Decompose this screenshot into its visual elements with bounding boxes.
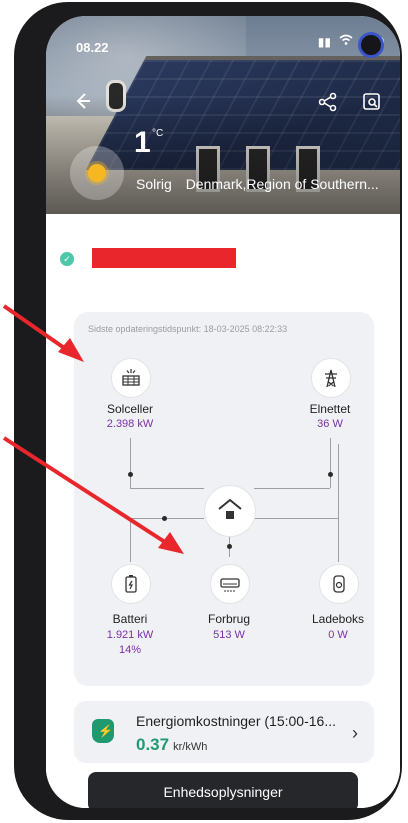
status-time: 08.22 <box>76 40 109 55</box>
solar-value: 2.398 kW <box>106 418 154 430</box>
front-camera <box>358 32 384 58</box>
flow-line <box>130 518 204 519</box>
inspect-icon[interactable] <box>362 92 382 116</box>
online-check-icon: ✓ <box>60 252 74 266</box>
app-screen: 08.22 ▮▮ 100 1 °C <box>46 16 400 808</box>
energy-cost-title: Energiomkostninger (15:00-16... <box>136 713 336 729</box>
cost-number: 0.37 <box>136 735 170 754</box>
hero-header: 08.22 ▮▮ 100 1 °C <box>46 16 400 214</box>
solar-panel-icon <box>122 369 140 386</box>
wifi-icon <box>339 34 353 49</box>
signal-icon: ▮▮ <box>317 34 331 49</box>
device-info-button[interactable]: Enhedsoplysninger <box>88 772 358 808</box>
power-tower-icon <box>325 369 337 388</box>
consumption-value: 513 W <box>213 629 245 641</box>
flow-line <box>254 518 338 519</box>
charger-node[interactable] <box>319 564 359 604</box>
content-area: ✓ Sidste opdateringstidspunkt: 18-03-202… <box>46 214 400 808</box>
charger-value: 0 W <box>328 629 348 641</box>
flow-dot <box>328 472 333 477</box>
flow-dot <box>162 516 167 521</box>
grid-label: Elnettet <box>309 402 351 416</box>
energy-cost-value: 0.37 kr/kWh <box>136 735 207 755</box>
sun-icon <box>88 164 106 182</box>
battery-soc: 14% <box>118 644 142 656</box>
flow-line <box>130 518 131 562</box>
battery-value: 1.921 kW <box>106 629 154 641</box>
cost-unit: kr/kWh <box>173 741 208 753</box>
solar-node[interactable] <box>111 358 151 398</box>
weather-location: Denmark,Region of Southern... <box>185 176 379 192</box>
chevron-right-icon[interactable]: › <box>352 723 358 744</box>
money-bag-icon: ⚡ <box>92 719 114 743</box>
charger-label: Ladeboks <box>311 612 365 626</box>
battery-label: Batteri <box>112 612 148 626</box>
consumption-label: Forbrug <box>207 612 251 626</box>
home-icon <box>218 498 242 519</box>
energy-cost-card[interactable]: ⚡ Energiomkostninger (15:00-16... 0.37 kr… <box>74 701 374 763</box>
weather-badge <box>70 146 124 200</box>
temperature-unit: °C <box>152 128 164 139</box>
back-arrow-icon[interactable] <box>74 92 92 114</box>
flow-line <box>130 488 204 489</box>
consumption-node[interactable] <box>210 564 250 604</box>
air-conditioner-icon <box>220 578 240 592</box>
ev-charger-icon <box>333 575 345 593</box>
flow-dot <box>227 544 232 549</box>
flow-line <box>330 438 331 488</box>
grid-node[interactable] <box>311 358 351 398</box>
temperature-value: 1 <box>134 126 151 159</box>
last-updated-text: Sidste opdateringstidspunkt: 18-03-2025 … <box>88 324 288 334</box>
phone-frame: 08.22 ▮▮ 100 1 °C <box>14 2 402 820</box>
weather-line: Solrig Denmark,Region of Southern... <box>136 176 389 192</box>
battery-node[interactable] <box>111 564 151 604</box>
battery-icon <box>125 575 137 593</box>
weather-condition: Solrig <box>136 176 172 192</box>
flow-line <box>338 444 339 562</box>
solar-label: Solceller <box>106 402 154 416</box>
grid-value: 36 W <box>317 418 343 430</box>
flow-dot <box>128 472 133 477</box>
energy-flow-card: Sidste opdateringstidspunkt: 18-03-2025 … <box>74 312 374 686</box>
redacted-site-name <box>92 248 236 268</box>
flow-line <box>254 488 330 489</box>
home-node[interactable] <box>204 485 256 537</box>
flow-line <box>130 438 131 488</box>
share-icon[interactable] <box>318 92 338 116</box>
